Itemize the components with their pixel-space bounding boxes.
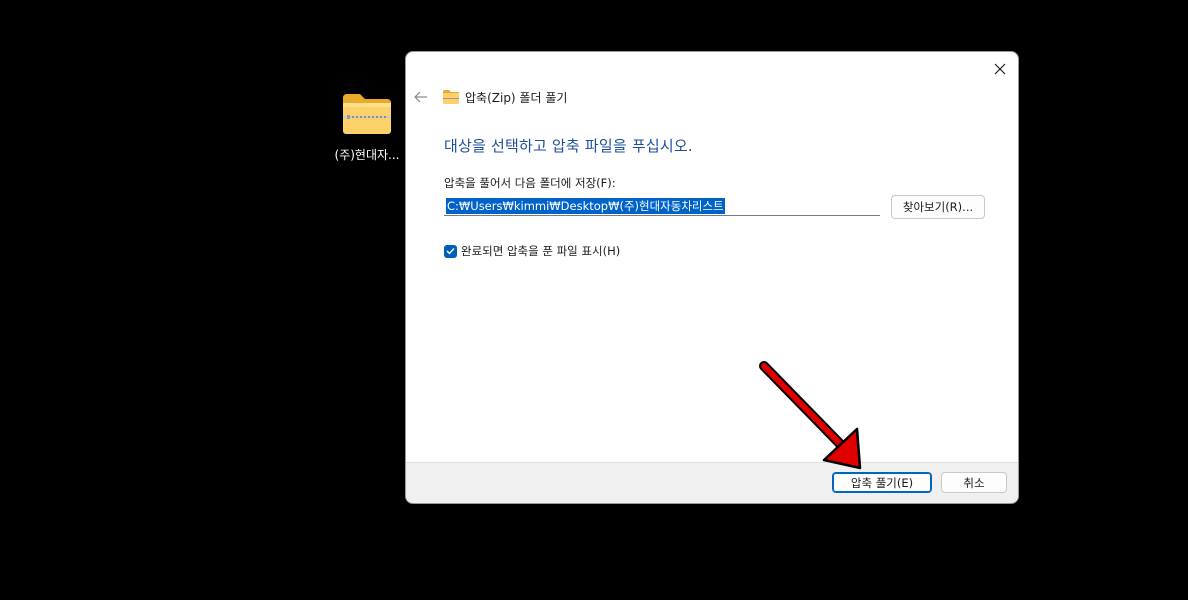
cancel-button[interactable]: 취소 bbox=[941, 472, 1007, 493]
dialog-footer: 압축 풀기(E) 취소 bbox=[406, 462, 1018, 503]
show-files-label: 완료되면 압축을 푼 파일 표시(H) bbox=[461, 244, 621, 258]
browse-button[interactable]: 찾아보기(R)... bbox=[891, 195, 985, 219]
desktop-icon-label: (주)현대자... bbox=[334, 148, 400, 162]
back-arrow-icon bbox=[414, 91, 427, 103]
extract-button[interactable]: 압축 풀기(E) bbox=[832, 472, 932, 493]
desktop-zip-folder[interactable]: (주)현대자... bbox=[330, 92, 404, 163]
instruction-heading: 대상을 선택하고 압축 파일을 푸십시오. bbox=[444, 137, 693, 155]
destination-path-value: C:₩Users₩kimmi₩Desktop₩(주)현대자동차리스트 bbox=[446, 197, 725, 214]
destination-label: 압축을 풀어서 다음 폴더에 저장(F): bbox=[444, 176, 616, 190]
dialog-titlebar: 압축(Zip) 폴더 풀기 bbox=[412, 87, 567, 107]
checkmark-icon bbox=[446, 248, 455, 255]
close-button[interactable] bbox=[987, 57, 1013, 81]
back-button[interactable] bbox=[412, 88, 430, 106]
dialog-title: 압축(Zip) 폴더 풀기 bbox=[465, 90, 568, 105]
show-files-checkbox[interactable] bbox=[444, 244, 457, 258]
zip-folder-icon bbox=[343, 94, 391, 134]
extract-zip-dialog: 압축(Zip) 폴더 풀기 대상을 선택하고 압축 파일을 푸십시오. 압축을 … bbox=[406, 52, 1018, 503]
close-icon bbox=[994, 63, 1006, 75]
show-files-option[interactable]: 완료되면 압축을 푼 파일 표시(H) bbox=[444, 243, 620, 259]
zip-folder-icon bbox=[443, 90, 459, 104]
destination-path-input[interactable]: C:₩Users₩kimmi₩Desktop₩(주)현대자동차리스트 bbox=[444, 196, 880, 216]
